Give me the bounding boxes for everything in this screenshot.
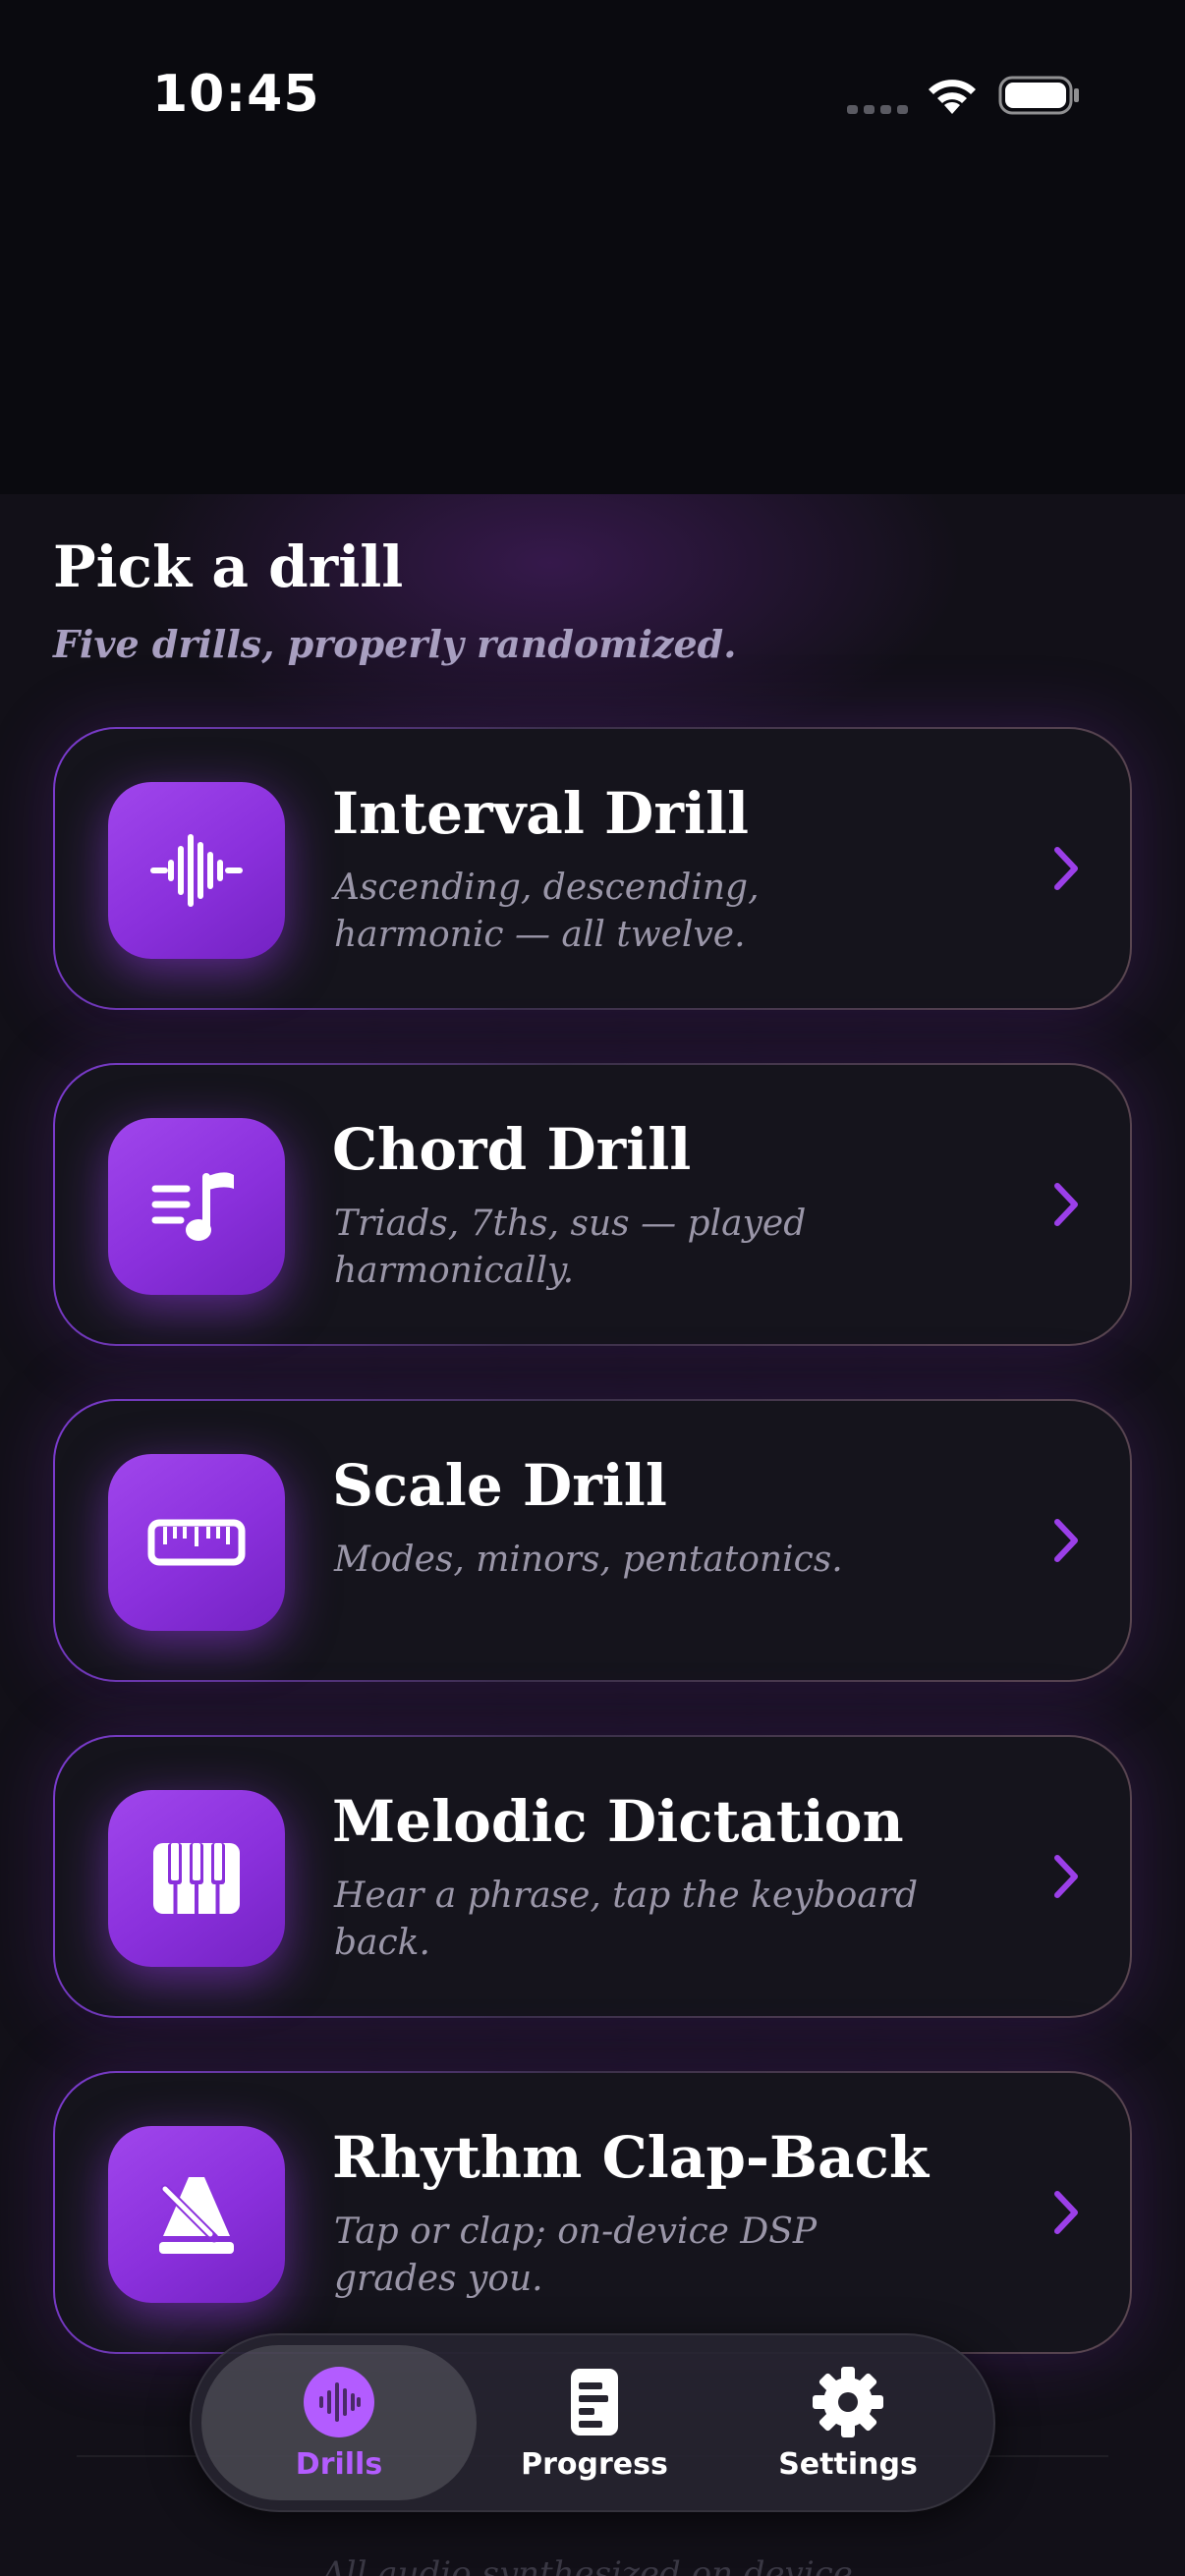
- status-time: 10:45: [152, 65, 320, 124]
- chevron-right-icon: [1054, 1855, 1078, 1898]
- drill-card-scale[interactable]: Scale Drill Modes, minors, pentatonics.: [53, 1399, 1132, 1682]
- drill-title: Scale Drill: [332, 1452, 667, 1519]
- drill-list: Interval Drill Ascending, descending, ha…: [53, 727, 1132, 2407]
- ruler-icon: [147, 1519, 246, 1566]
- drill-description: Tap or clap; on-device DSP grades you.: [334, 2212, 818, 2299]
- tab-label: Settings: [778, 2447, 918, 2482]
- status-bar: 10:45: [0, 0, 1185, 196]
- wifi-icon: [929, 80, 976, 114]
- drill-icon-tile: [108, 1454, 285, 1631]
- page-title: Pick a drill: [53, 533, 404, 600]
- gear-icon: [813, 2367, 883, 2437]
- tab-progress[interactable]: Progress: [457, 2345, 732, 2500]
- tab-label: Progress: [521, 2447, 668, 2482]
- drill-icon-tile: [108, 782, 285, 959]
- drill-title: Chord Drill: [332, 1116, 692, 1183]
- chevron-right-icon: [1054, 847, 1078, 890]
- drill-description: Triads, 7ths, sus — played harmonically.: [334, 1204, 807, 1291]
- tab-bar: Drills Progress Settings: [190, 2333, 995, 2512]
- tab-settings[interactable]: Settings: [710, 2345, 986, 2500]
- drill-card-melodic-dictation[interactable]: Melodic Dictation Hear a phrase, tap the…: [53, 1735, 1132, 2018]
- drill-icon-tile: [108, 2126, 285, 2303]
- music-note-list-icon: [151, 1172, 234, 1241]
- drill-card-rhythm-clap-back[interactable]: Rhythm Clap-Back Tap or clap; on-device …: [53, 2071, 1132, 2354]
- drill-card-interval[interactable]: Interval Drill Ascending, descending, ha…: [53, 727, 1132, 1010]
- tab-label: Drills: [295, 2447, 383, 2482]
- drill-icon-tile: [108, 1118, 285, 1295]
- battery-icon: [998, 76, 1079, 115]
- waveform-circle-icon: [304, 2367, 374, 2437]
- drill-description: Hear a phrase, tap the keyboard back.: [334, 1876, 918, 1963]
- drill-title: Rhythm Clap-Back: [332, 2124, 930, 2191]
- chevron-right-icon: [1054, 2191, 1078, 2234]
- drill-title: Melodic Dictation: [332, 1788, 904, 1855]
- tab-drills[interactable]: Drills: [201, 2345, 477, 2500]
- chevron-right-icon: [1054, 1519, 1078, 1562]
- waveform-icon: [150, 834, 243, 907]
- drill-icon-tile: [108, 1790, 285, 1967]
- page-subtitle: Five drills, properly randomized.: [53, 622, 737, 666]
- drill-picker-screen: 10:45 Pick a drill Five drills, properly…: [0, 0, 1185, 2576]
- drill-description: Modes, minors, pentatonics.: [334, 1540, 843, 1580]
- chevron-right-icon: [1054, 1183, 1078, 1226]
- drill-description: Ascending, descending, harmonic — all tw…: [334, 868, 760, 955]
- footer-note: All audio synthesized on device.: [321, 2554, 864, 2576]
- document-chart-icon: [571, 2369, 618, 2436]
- piano-keys-icon: [153, 1843, 240, 1914]
- cellular-signal-icon: [847, 105, 908, 114]
- drill-list-panel: Pick a drill Five drills, properly rando…: [0, 494, 1185, 2576]
- drill-card-chord[interactable]: Chord Drill Triads, 7ths, sus — played h…: [53, 1063, 1132, 1346]
- drill-title: Interval Drill: [332, 780, 750, 847]
- metronome-icon: [159, 2177, 234, 2254]
